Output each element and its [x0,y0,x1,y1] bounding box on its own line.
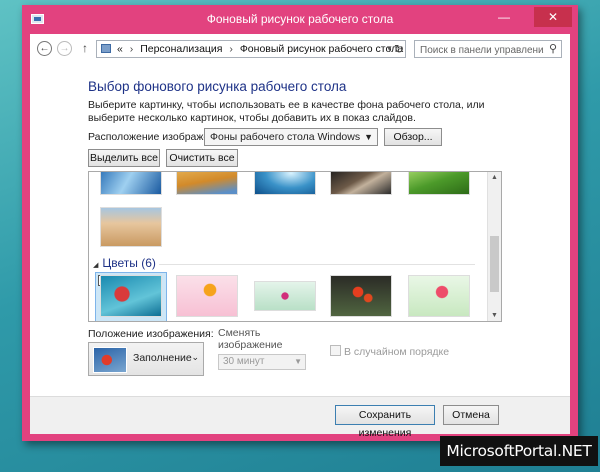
breadcrumb-separator[interactable]: › [130,43,134,55]
client-area: ← → ↑ « › Персонализация › Фоновый рисун… [30,34,570,439]
position-label: Положение изображения: [88,328,214,340]
group-header-flowers[interactable]: ◢ Цветы (6) [93,256,156,270]
search-input[interactable] [418,42,546,58]
breadcrumb-separator[interactable]: › [229,43,233,55]
breadcrumb: « › Персонализация › Фоновый рисунок раб… [117,43,403,55]
collapse-triangle-icon[interactable]: ◢ [93,262,98,269]
forward-button[interactable]: → [57,41,72,56]
close-button[interactable]: ✕ [534,7,572,27]
breadcrumb-personalization[interactable]: Персонализация [140,43,222,55]
page-description: Выберите картинку, чтобы использовать ее… [88,99,485,124]
interval-select[interactable]: 30 минут ▼ [218,354,306,370]
position-preview-icon [93,347,127,373]
wallpaper-gallery: ◢Цветы (6) ✓ ▲ ▼ [88,171,502,322]
wallpaper-thumbnail-selected[interactable] [101,276,161,316]
search-box[interactable]: ⚲ [414,40,562,58]
page-title: Выбор фонового рисунка рабочего стола [88,79,347,94]
watermark: MicrosoftPortal.NET [440,436,598,466]
wallpaper-thumbnail[interactable] [409,172,469,194]
browse-button[interactable]: Обзор... [384,128,442,146]
wallpaper-thumbnail[interactable] [255,172,315,194]
wallpaper-thumbnail[interactable] [101,208,161,246]
refresh-icon[interactable]: ↻ [390,40,408,58]
save-changes-button[interactable]: Сохранить изменения [335,405,435,439]
group-divider [159,264,475,265]
position-select[interactable]: Заполнение ⌄ [88,342,204,376]
wallpaper-thumbnail[interactable] [331,276,391,316]
wallpaper-thumbnail[interactable] [177,172,237,194]
wallpaper-thumbnail[interactable] [331,172,391,194]
clear-all-button[interactable]: Очистить все [166,149,238,167]
location-select[interactable]: Фоны рабочего стола Windows ▼ [204,128,378,146]
address-bar[interactable]: « › Персонализация › Фоновый рисунок раб… [96,40,406,58]
back-button[interactable]: ← [37,41,52,56]
cancel-button[interactable]: Отмена [443,405,499,425]
group-title: Цветы (6) [102,256,156,270]
window: Фоновый рисунок рабочего стола — ✕ ← → ↑… [22,5,578,441]
breadcrumb-desktop-background[interactable]: Фоновый рисунок рабочего стола [240,43,403,55]
minimize-button[interactable]: — [492,7,516,27]
scroll-down-icon[interactable]: ▼ [491,312,498,319]
footer-bar: Сохранить изменения Отмена [30,396,570,439]
chevron-down-icon: ▼ [294,357,302,366]
title-bar[interactable]: Фоновый рисунок рабочего стола — ✕ [22,5,578,33]
wallpaper-thumbnail[interactable] [255,282,315,310]
wallpaper-thumbnail[interactable] [101,172,161,194]
scroll-up-icon[interactable]: ▲ [491,174,498,181]
shuffle-checkbox[interactable]: В случайном порядке [330,345,449,358]
select-all-button[interactable]: Выделить все [88,149,160,167]
gallery-scrollbar[interactable]: ▲ ▼ [487,172,501,321]
control-panel-icon [101,44,111,53]
position-value: Заполнение [133,352,192,364]
wallpaper-thumbnail[interactable] [177,276,237,316]
shuffle-label: В случайном порядке [344,346,450,358]
wallpaper-thumbnail[interactable] [409,276,469,316]
checkbox-box[interactable] [330,345,341,356]
chevron-down-icon: ⌄ [191,352,199,362]
address-bar-row: ← → ↑ « › Персонализация › Фоновый рисун… [30,34,570,64]
chevron-down-icon: ▼ [364,132,373,142]
breadcrumb-overflow[interactable]: « [117,43,123,55]
location-value: Фоны рабочего стола Windows [210,131,361,143]
interval-value: 30 минут [223,356,265,367]
search-icon[interactable]: ⚲ [549,42,557,55]
scrollbar-thumb[interactable] [490,236,499,292]
up-button[interactable]: ↑ [82,41,88,55]
